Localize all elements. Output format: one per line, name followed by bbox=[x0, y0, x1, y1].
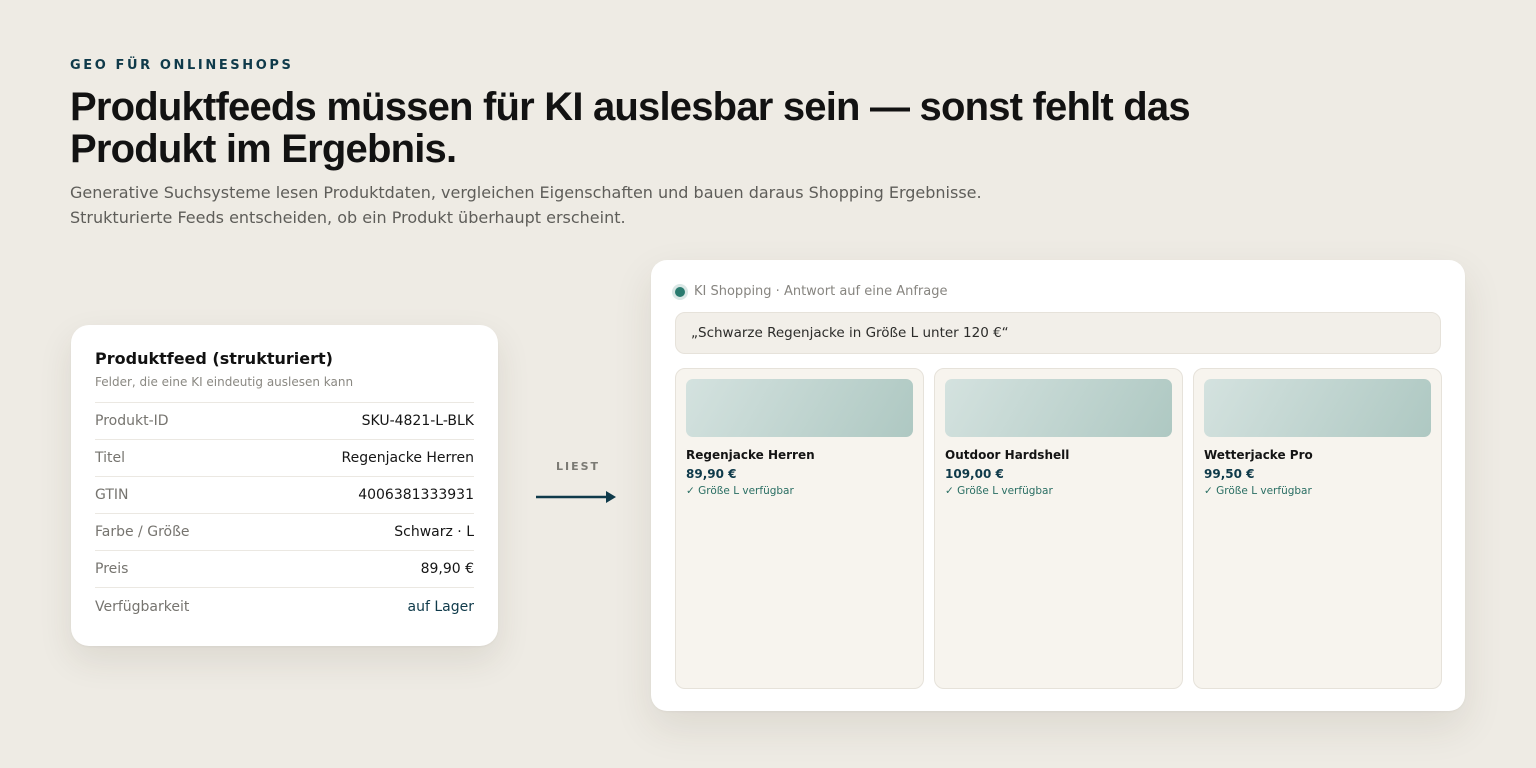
feed-label: GTIN bbox=[95, 487, 129, 503]
result-list: Regenjacke Herren 89,90 € ✓ Größe L verf… bbox=[675, 368, 1442, 689]
feed-row-price: Preis 89,90 € bbox=[95, 551, 474, 588]
ai-panel-header: KI Shopping · Antwort auf eine Anfrage bbox=[675, 284, 948, 299]
feed-value: 89,90 € bbox=[420, 561, 474, 577]
product-result-card[interactable]: Wetterjacke Pro 99,50 € ✓ Größe L verfüg… bbox=[1193, 368, 1442, 689]
product-name: Wetterjacke Pro bbox=[1204, 448, 1313, 462]
product-image-placeholder bbox=[686, 379, 913, 437]
feed-label: Titel bbox=[95, 450, 126, 466]
product-image-placeholder bbox=[945, 379, 1172, 437]
ai-shopping-panel: KI Shopping · Antwort auf eine Anfrage „… bbox=[651, 260, 1465, 711]
page-lede: Generative Suchsysteme lesen Produktdate… bbox=[70, 183, 982, 227]
feed-field-list: Produkt-ID SKU-4821-L-BLK Titel Regenjac… bbox=[95, 402, 474, 625]
feed-row-gtin: GTIN 4006381333931 bbox=[95, 477, 474, 514]
product-price: 89,90 € bbox=[686, 467, 737, 481]
feed-title: Produktfeed (strukturiert) bbox=[95, 349, 333, 368]
product-stock: ✓ Größe L verfügbar bbox=[945, 485, 1053, 497]
product-feed-card: Produktfeed (strukturiert) Felder, die e… bbox=[71, 325, 498, 646]
product-price: 109,00 € bbox=[945, 467, 1004, 481]
product-price: 99,50 € bbox=[1204, 467, 1255, 481]
feed-row-availability: Verfügbarkeit auf Lager bbox=[95, 588, 474, 625]
product-result-card[interactable]: Outdoor Hardshell 109,00 € ✓ Größe L ver… bbox=[934, 368, 1183, 689]
product-result-card[interactable]: Regenjacke Herren 89,90 € ✓ Größe L verf… bbox=[675, 368, 924, 689]
product-name: Regenjacke Herren bbox=[686, 448, 815, 462]
availability-value: auf Lager bbox=[407, 598, 474, 615]
connector-label: LIEST bbox=[556, 460, 601, 473]
feed-value: 4006381333931 bbox=[358, 487, 474, 503]
page-title: Produktfeeds müssen für KI auslesbar sei… bbox=[70, 85, 1191, 171]
eyebrow-label: GEO FÜR ONLINESHOPS bbox=[70, 58, 294, 73]
feed-value: Regenjacke Herren bbox=[341, 450, 474, 466]
product-stock: ✓ Größe L verfügbar bbox=[1204, 485, 1312, 497]
status-dot-icon bbox=[675, 286, 685, 297]
product-stock: ✓ Größe L verfügbar bbox=[686, 485, 794, 497]
feed-label: Verfügbarkeit bbox=[95, 598, 190, 615]
feed-value: SKU-4821-L-BLK bbox=[361, 413, 474, 429]
feed-row-title: Titel Regenjacke Herren bbox=[95, 440, 474, 477]
feed-value: Schwarz · L bbox=[394, 524, 474, 540]
feed-label: Preis bbox=[95, 561, 129, 577]
feed-label: Produkt-ID bbox=[95, 413, 169, 429]
ai-panel-header-label: KI Shopping · Antwort auf eine Anfrage bbox=[694, 284, 948, 299]
feed-subtitle: Felder, die eine KI eindeutig auslesen k… bbox=[95, 375, 354, 389]
feed-label: Farbe / Größe bbox=[95, 524, 190, 540]
arrow-right-icon bbox=[536, 491, 616, 503]
product-name: Outdoor Hardshell bbox=[945, 448, 1070, 462]
product-image-placeholder bbox=[1204, 379, 1431, 437]
feed-row-color-size: Farbe / Größe Schwarz · L bbox=[95, 514, 474, 551]
query-bubble: „Schwarze Regenjacke in Größe L unter 12… bbox=[675, 312, 1441, 354]
feed-row-product-id: Produkt-ID SKU-4821-L-BLK bbox=[95, 403, 474, 440]
